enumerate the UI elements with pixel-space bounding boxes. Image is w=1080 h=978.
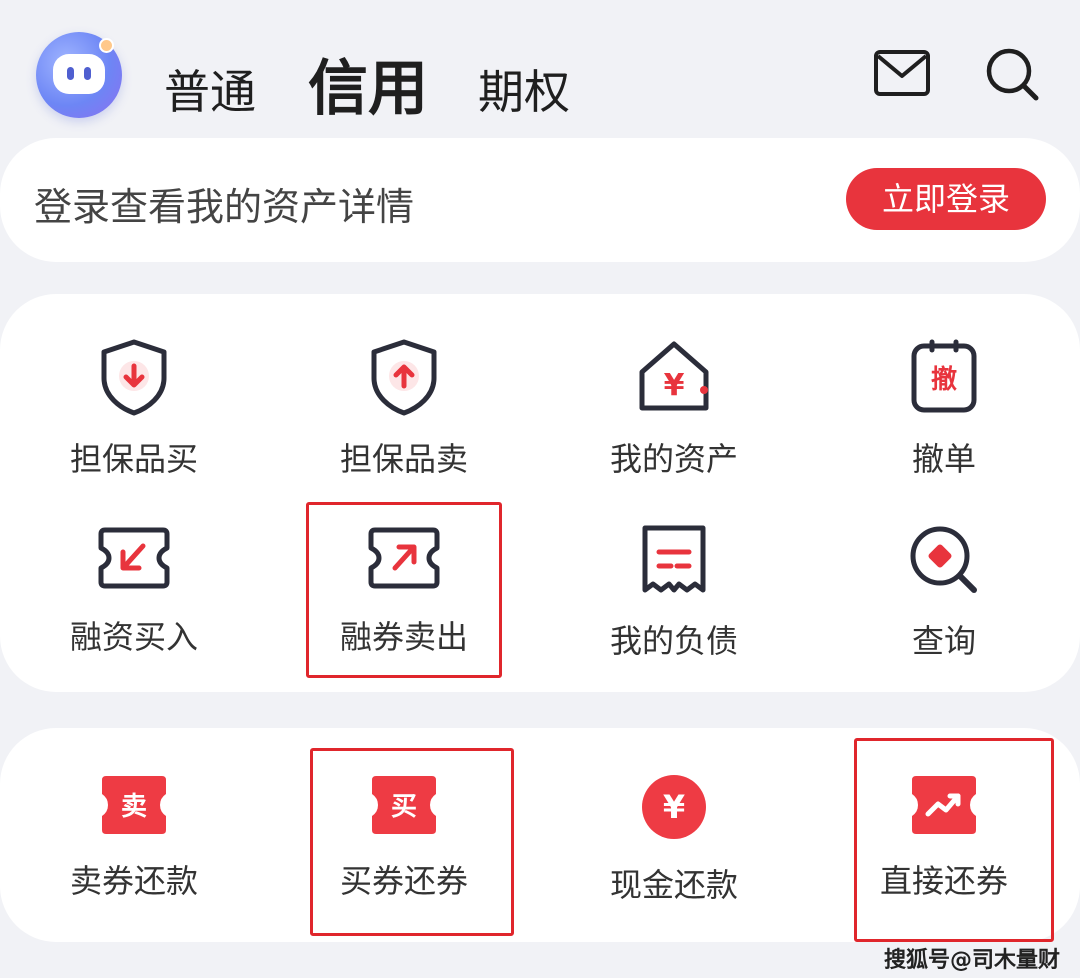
svg-text:¥: ¥ — [664, 368, 685, 403]
login-button[interactable]: 立即登录 — [846, 168, 1046, 230]
grid-item-label: 撤单 — [911, 440, 976, 478]
svg-text:卖: 卖 — [121, 792, 147, 822]
avatar[interactable] — [36, 32, 122, 118]
grid-item-short-sell[interactable]: 融券卖出 — [304, 522, 504, 658]
grid-item-margin-buy[interactable]: 融资买入 — [34, 522, 234, 658]
svg-text:撤: 撤 — [931, 364, 957, 395]
notification-dot — [99, 38, 114, 53]
grid-item-label: 我的负债 — [609, 622, 738, 660]
grid-item-label: 担保品卖 — [339, 440, 468, 478]
grid-item-label: 查询 — [911, 622, 976, 660]
grid-item-label: 卖券还款 — [69, 862, 198, 900]
watermark: 搜狐号@司木量财 — [884, 948, 1061, 973]
grid-item-label: 买券还券 — [339, 862, 468, 900]
grid-item-sell-to-repay[interactable]: 卖 卖券还款 — [34, 772, 234, 902]
grid-item-cancel-order[interactable]: 撤 撤单 — [844, 338, 1044, 480]
grid-item-buy-to-return[interactable]: 买 买券还券 — [304, 772, 504, 902]
grid-item-label: 直接还券 — [879, 862, 1008, 900]
house-yen-icon: ¥ — [639, 341, 709, 411]
grid-item-direct-return[interactable]: 直接还券 — [844, 772, 1044, 902]
grid-item-collateral-sell[interactable]: 担保品卖 — [304, 338, 504, 480]
ticket-arrow-in-icon — [98, 527, 170, 589]
grid-item-collateral-buy[interactable]: 担保品买 — [34, 338, 234, 480]
shield-up-icon — [371, 339, 437, 416]
credit-functions-card: 担保品买 担保品卖 ¥ 我的资产 撤 撤单 融资买入 融券卖出 我的负债 查询 — [0, 294, 1080, 692]
ticket-arrow-out-icon — [368, 527, 440, 589]
query-magnifier-icon — [910, 526, 977, 593]
search-icon[interactable] — [984, 46, 1042, 104]
grid-item-label: 融券卖出 — [339, 618, 468, 656]
sell-ticket-icon: 卖 — [102, 776, 166, 834]
grid-item-query[interactable]: 查询 — [844, 522, 1044, 662]
receipt-icon — [642, 525, 706, 593]
login-prompt: 登录查看我的资产详情 — [34, 185, 415, 229]
shield-down-icon — [101, 339, 167, 416]
grid-item-label: 现金还款 — [609, 866, 738, 904]
grid-item-my-liabilities[interactable]: 我的负债 — [574, 522, 774, 662]
buy-ticket-icon: 买 — [372, 776, 436, 834]
tab-option[interactable]: 期权 — [478, 56, 570, 122]
grid-item-label: 融资买入 — [69, 618, 198, 656]
cancel-order-icon: 撤 — [911, 339, 977, 413]
direct-return-icon — [912, 776, 976, 834]
tab-credit[interactable]: 信用 — [308, 40, 428, 127]
grid-item-label: 我的资产 — [609, 440, 738, 478]
grid-item-cash-repay[interactable]: ¥ 现金还款 — [574, 772, 774, 906]
grid-item-my-assets[interactable]: ¥ 我的资产 — [574, 338, 774, 480]
cash-yen-icon: ¥ — [642, 775, 706, 839]
svg-text:¥: ¥ — [663, 788, 685, 826]
svg-text:买: 买 — [391, 792, 417, 822]
top-header: 普通 信用 期权 — [0, 0, 1080, 140]
avatar-face — [53, 54, 105, 94]
grid-item-label: 担保品买 — [69, 440, 198, 478]
mail-icon[interactable] — [872, 46, 932, 100]
repayment-card: 卖 卖券还款 买 买券还券 ¥ 现金还款 直接还券 — [0, 728, 1080, 942]
tab-normal[interactable]: 普通 — [164, 56, 256, 122]
